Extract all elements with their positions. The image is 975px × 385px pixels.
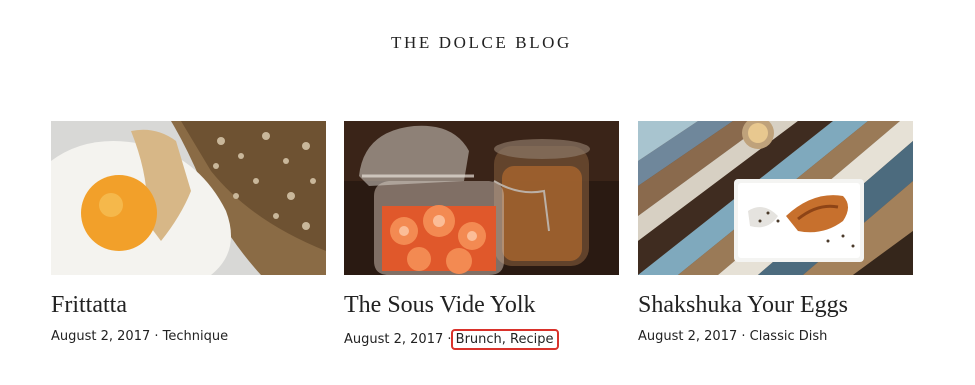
post-meta: August 2, 2017 · Technique — [51, 329, 228, 344]
fried-egg-photo-icon — [51, 121, 326, 275]
post-categories-link[interactable]: Technique — [163, 329, 228, 344]
mason-jars-photo-icon — [344, 121, 619, 275]
post-date: August 2, 2017 — [344, 332, 444, 347]
post-thumbnail-frittatta[interactable] — [51, 121, 326, 275]
post-card-shakshuka: Shakshuka Your Eggs August 2, 2017 · Cla… — [638, 121, 913, 344]
blog-page: THE DOLCE BLOG Frittatta August 2, 2017 … — [0, 0, 975, 385]
post-card-sous-vide-yolk: The Sous Vide Yolk August 2, 2017 · Brun… — [344, 121, 619, 350]
meta-separator: · — [150, 329, 163, 344]
post-title[interactable]: Frittatta — [51, 292, 127, 319]
post-categories-link[interactable]: Classic Dish — [750, 329, 828, 344]
post-title[interactable]: The Sous Vide Yolk — [344, 292, 535, 319]
plated-dish-photo-icon — [638, 121, 913, 275]
post-meta: August 2, 2017 · Classic Dish — [638, 329, 827, 344]
post-meta: August 2, 2017 · Brunch, Recipe — [344, 329, 559, 350]
post-thumbnail-shakshuka[interactable] — [638, 121, 913, 275]
post-thumbnail-sous-vide-yolk[interactable] — [344, 121, 619, 275]
post-categories-link[interactable]: Brunch, Recipe — [450, 329, 559, 350]
meta-separator: · — [737, 329, 750, 344]
post-date: August 2, 2017 — [51, 329, 151, 344]
post-date: August 2, 2017 — [638, 329, 738, 344]
blog-title[interactable]: THE DOLCE BLOG — [0, 33, 963, 53]
post-card-frittatta: Frittatta August 2, 2017 · Technique — [51, 121, 326, 344]
post-title[interactable]: Shakshuka Your Eggs — [638, 292, 848, 319]
